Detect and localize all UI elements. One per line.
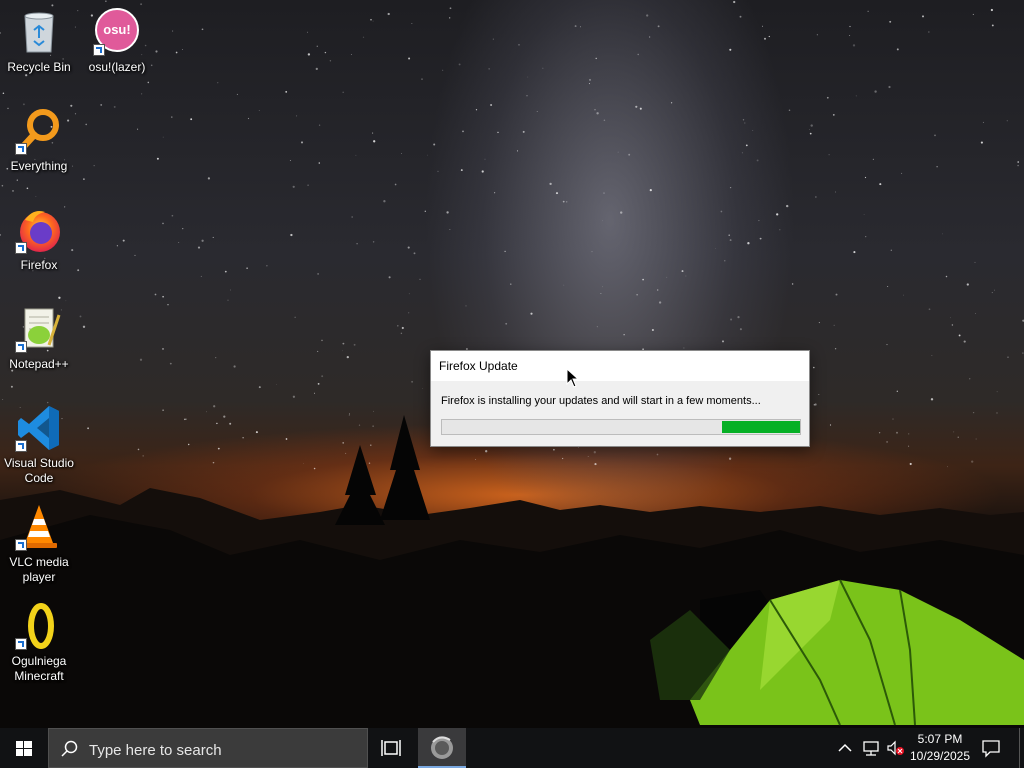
shortcut-arrow-icon [15,341,27,353]
desktop-wallpaper: Recycle Bin osu! osu!(lazer) Everything [0,0,1024,728]
magnifier-icon [15,107,63,155]
dialog-title: Firefox Update [439,359,518,373]
desktop-icon-label: Everything [10,159,68,173]
desktop-icon-label: Recycle Bin [7,60,71,74]
shortcut-arrow-icon [93,44,105,56]
mouse-cursor-icon [566,368,580,388]
chevron-up-icon[interactable] [836,740,854,756]
notepad-plus-plus-icon [15,305,63,353]
desktop-icon-label: osu!(lazer) [88,60,146,74]
taskbar-firefox-updater[interactable] [418,728,466,768]
shortcut-arrow-icon [15,539,27,551]
shortcut-arrow-icon [15,242,27,254]
search-icon [61,740,78,757]
clock-time: 5:07 PM [917,732,963,746]
update-progress-bar [441,419,801,435]
desktop-icon-firefox[interactable]: Firefox [0,206,78,273]
progress-marquee-chunk [722,421,800,433]
vscode-icon [15,404,63,452]
desktop-icon-label: Notepad++ [9,357,69,371]
shortcut-arrow-icon [15,143,27,155]
vlc-cone-icon [15,503,63,551]
firefox-updater-icon [431,736,453,759]
desktop-icon-notepad-plus-plus[interactable]: Notepad++ [0,305,78,372]
action-center-icon[interactable] [980,738,1002,758]
system-clock[interactable]: 5:07 PM 10/29/2025 [904,731,976,765]
desktop-icon-recycle-bin[interactable]: Recycle Bin [0,8,78,75]
desktop-icon-everything[interactable]: Everything [0,107,78,174]
windows-logo-icon [16,741,32,756]
task-view-icon [381,740,401,756]
taskbar: 5:07 PM 10/29/2025 [0,728,1024,768]
shortcut-arrow-icon [15,638,27,650]
task-view-button[interactable] [372,728,412,768]
shortcut-arrow-icon [15,440,27,452]
start-button[interactable] [0,728,48,768]
show-desktop-button[interactable] [1019,728,1024,768]
search-box[interactable] [48,728,368,768]
search-input[interactable] [87,739,351,761]
volume-muted-icon[interactable] [886,740,906,756]
recycle-bin-icon [15,8,63,56]
desktop-icon-label: Visual Studio Code [4,456,74,485]
network-icon[interactable] [861,740,881,756]
firefox-icon [15,206,63,254]
desktop-icon-label: VLC media player [9,555,69,584]
dialog-titlebar[interactable]: Firefox Update [431,351,809,381]
minecraft-launcher-icon [15,602,63,650]
desktop-icon-osu-lazer[interactable]: osu! osu!(lazer) [78,8,156,75]
desktop-icon-label: Ogulniega Minecraft [11,654,67,683]
osu-icon: osu! [93,8,141,56]
dialog-message: Firefox is installing your updates and w… [441,395,761,407]
firefox-update-dialog[interactable]: Firefox Update Firefox is installing you… [430,350,810,447]
desktop-icon-vscode[interactable]: Visual Studio Code [0,404,78,486]
clock-date: 10/29/2025 [909,749,971,763]
desktop-icon-minecraft-launcher[interactable]: Ogulniega Minecraft [0,602,78,684]
desktop-icon-vlc[interactable]: VLC media player [0,503,78,585]
desktop-icon-label: Firefox [20,258,58,272]
